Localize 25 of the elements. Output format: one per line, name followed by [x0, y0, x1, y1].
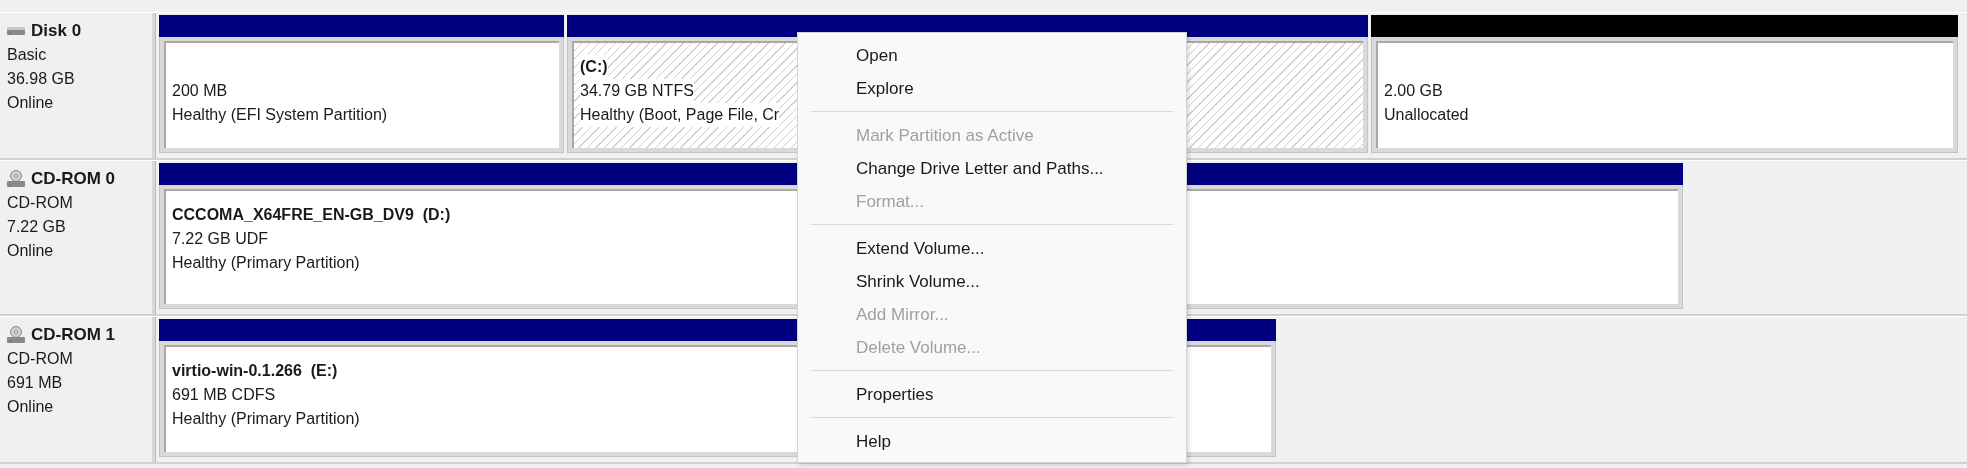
disk-status: Online	[7, 397, 54, 417]
disk-status: Online	[7, 241, 54, 261]
disk-status: Online	[7, 93, 54, 113]
volume-name: CCCOMA_X64FRE_EN-GB_DV9 (D:)	[172, 205, 451, 225]
disk-type: CD-ROM	[7, 193, 73, 213]
disk-name: Disk 0	[31, 20, 82, 42]
volume-status: Healthy (Primary Partition)	[172, 253, 360, 273]
volume-size: 2.00 GB	[1384, 81, 1443, 101]
disk-size: 36.98 GB	[7, 69, 75, 89]
volume-status: Healthy (Primary Partition)	[172, 409, 360, 429]
disk-type: CD-ROM	[7, 349, 73, 369]
volume-size: 200 MB	[172, 81, 228, 101]
volume-status: Unallocated	[1384, 105, 1469, 125]
disk-name: CD-ROM 0	[31, 168, 116, 190]
disk-size: 7.22 GB	[7, 217, 66, 237]
volume-name: virtio-win-0.1.266 (E:)	[172, 361, 338, 381]
disk-size: 691 MB	[7, 373, 63, 393]
volume-name: (C:)	[580, 55, 608, 79]
volume-status: Healthy (EFI System Partition)	[172, 105, 388, 125]
volume-size: 34.79 GB NTFS	[580, 79, 694, 103]
volume-status: Healthy (Boot, Page File, Cr	[580, 103, 780, 127]
disk-type: Basic	[7, 45, 47, 65]
disk-name: CD-ROM 1	[31, 324, 116, 346]
volume-size: 7.22 GB UDF	[172, 229, 269, 249]
volume-size: 691 MB CDFS	[172, 385, 276, 405]
